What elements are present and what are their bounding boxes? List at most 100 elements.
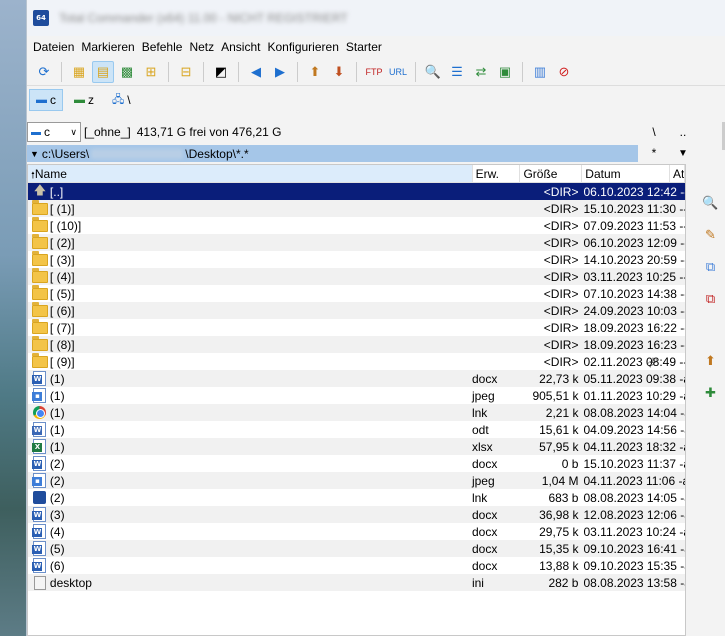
parent-dir-button[interactable]: ..: [669, 122, 697, 142]
new-folder-icon[interactable]: ✚: [700, 382, 722, 404]
file-date: 18.09.2023 16:22 ----: [583, 320, 686, 335]
file-row[interactable]: [ (7)] <DIR> 18.09.2023 16:22 ----: [28, 318, 686, 336]
file-name: [ (8)]: [49, 337, 75, 352]
file-name: [ (9)]: [49, 354, 75, 369]
file-ext: jpeg: [471, 473, 495, 488]
full-view-icon[interactable]: ▤: [92, 60, 114, 83]
file-row[interactable]: [ (6)] <DIR> 24.09.2023 10:03 ----: [28, 301, 685, 319]
file-row[interactable]: W (2) docx 0 b 15.10.2023 11:37 -a--: [28, 455, 685, 472]
file-size: 282 b: [548, 575, 579, 590]
thumbnail-view-icon[interactable]: ▩: [116, 61, 138, 83]
file-row[interactable]: [ (5)] <DIR> 07.10.2023 14:38 ----: [28, 284, 685, 302]
ftp-connect-icon[interactable]: FTP: [363, 61, 385, 83]
column-size[interactable]: Größe: [520, 165, 583, 182]
file-row[interactable]: (1) lnk 2,21 k 08.08.2023 14:04 -a--: [28, 404, 685, 421]
drive-dropdown-value: c: [44, 125, 50, 139]
file-ext: docx: [471, 371, 498, 386]
column-attr[interactable]: Att: [670, 165, 685, 182]
notepad-icon[interactable]: ▥: [529, 61, 551, 83]
file-row[interactable]: ▪ (1) jpeg 905,51 k 01.11.2023 10:29 -a--: [28, 387, 685, 404]
menu-starter[interactable]: Starter: [346, 40, 389, 54]
image-file-icon: ▪: [31, 388, 49, 403]
invert-selection-icon[interactable]: ◩: [210, 61, 232, 83]
file-row[interactable]: desktop ini 282 b 08.08.2023 13:58 -ah-: [28, 574, 685, 591]
menu-konfigurieren[interactable]: Konfigurieren: [267, 40, 345, 54]
file-row[interactable]: W (3) docx 36,98 k 12.08.2023 12:06 -a--: [28, 506, 685, 523]
file-row[interactable]: [ (1)] <DIR> 15.10.2023 11:30 ----: [28, 199, 685, 217]
menu-befehle[interactable]: Befehle: [142, 40, 190, 54]
file-row[interactable]: [ (8)] <DIR> 18.09.2023 16:23 ----: [28, 335, 685, 353]
pack-files-icon[interactable]: ⬆: [700, 350, 722, 372]
drive-label: z: [88, 93, 94, 107]
file-ext: docx: [471, 456, 498, 471]
back-icon[interactable]: ◀: [245, 61, 267, 83]
tree-panel-icon[interactable]: ⊟: [175, 61, 197, 83]
filter-button[interactable]: *: [639, 145, 669, 162]
menu-dateien[interactable]: Dateien: [33, 40, 81, 54]
toolbar-separator: [203, 61, 204, 82]
root-dir-button[interactable]: \: [639, 122, 669, 142]
file-list: 🡅 [..] <DIR> 06.10.2023 12:42 ---- [ (1)] <DI…: [28, 183, 685, 591]
file-name: [ (5)]: [49, 286, 75, 301]
unpack-icon[interactable]: ⬇: [328, 61, 350, 83]
copy-file-icon[interactable]: ⧉: [700, 256, 722, 278]
file-name: [ (2)]: [49, 235, 75, 250]
drive-button-z[interactable]: ▬ z: [67, 89, 101, 111]
menu-ansicht[interactable]: Ansicht: [221, 40, 267, 54]
file-row[interactable]: W (4) docx 29,75 k 03.11.2023 10:24 -a--: [28, 523, 685, 540]
url-connect-icon[interactable]: URL: [387, 61, 409, 83]
file-row[interactable]: ▪ (2) jpeg 1,04 M 04.11.2023 11:06 -a--: [28, 472, 685, 489]
stop-icon[interactable]: ⊘: [553, 61, 575, 83]
file-row[interactable]: 🡅 [..] <DIR> 06.10.2023 12:42 ----: [28, 183, 685, 200]
file-name: (6): [49, 558, 65, 573]
column-name[interactable]: 🠕Name: [28, 165, 473, 182]
refresh-icon[interactable]: ⟳: [33, 61, 55, 83]
file-row[interactable]: (2) lnk 683 b 08.08.2023 14:05 -a--: [28, 489, 685, 506]
sync-dirs-icon[interactable]: ⇄: [470, 61, 492, 83]
move-file-icon[interactable]: ⧉: [700, 288, 722, 310]
file-name: [ (3)]: [49, 252, 75, 267]
search-icon[interactable]: 🔍: [422, 61, 444, 83]
multi-rename-icon[interactable]: ☰: [446, 61, 468, 83]
compare-files-icon[interactable]: ▣: [494, 61, 516, 83]
drive-dropdown[interactable]: ▬ c ∨: [27, 122, 81, 142]
path-prefix: c:\Users\: [41, 146, 90, 161]
file-name: (1): [49, 405, 65, 420]
word-document-icon: W: [31, 541, 49, 556]
current-path-bar[interactable]: ▼ c:\Users\ \Desktop\*.*: [27, 145, 638, 162]
tree-view-icon[interactable]: ⊞: [140, 61, 162, 83]
file-row[interactable]: W (5) docx 15,35 k 09.10.2023 16:41 -a--: [28, 540, 685, 557]
menu-netz[interactable]: Netz: [189, 40, 221, 54]
volume-label: [_ohne_]: [84, 125, 131, 139]
file-date: 14.10.2023 20:59 ----: [583, 252, 686, 267]
file-row[interactable]: [ (3)] <DIR> 14.10.2023 20:59 ----: [28, 250, 686, 268]
brief-view-icon[interactable]: ▦: [68, 61, 90, 83]
word-document-icon: W: [31, 507, 49, 522]
edit-file-icon[interactable]: ✎: [700, 224, 722, 246]
file-row[interactable]: W (1) docx 22,73 k 05.11.2023 09:38 -a--: [28, 370, 685, 387]
file-row[interactable]: [ (4)] <DIR> 03.11.2023 10:25 ----: [28, 267, 685, 285]
file-row[interactable]: X (1) xlsx 57,95 k 04.11.2023 18:32 -a--: [28, 438, 685, 455]
file-size: <DIR>: [543, 320, 579, 335]
file-ext: lnk: [471, 405, 488, 420]
file-name: [ (1)]: [49, 201, 75, 216]
forward-icon[interactable]: ▶: [269, 61, 291, 83]
file-row[interactable]: W (1) odt 15,61 k 04.09.2023 14:56 -a--: [28, 421, 685, 438]
word-document-icon: W: [31, 456, 49, 471]
menu-markieren[interactable]: Markieren: [81, 40, 141, 54]
folder-icon: [31, 233, 49, 250]
history-button[interactable]: ▼: [669, 145, 697, 162]
file-row[interactable]: [ (2)] <DIR> 06.10.2023 12:09 ----: [28, 233, 685, 251]
column-ext[interactable]: Erw.: [473, 165, 521, 182]
drive-button-network[interactable]: 🖧 \: [105, 89, 138, 111]
file-name: (2): [49, 456, 65, 471]
file-size: 15,35 k: [539, 541, 579, 556]
file-row[interactable]: [ (9)] <DIR> 02.11.2023 08:49 ----: [28, 352, 685, 370]
pack-icon[interactable]: ⬆: [304, 61, 326, 83]
file-row[interactable]: W (6) docx 13,88 k 09.10.2023 15:35 -a--: [28, 557, 685, 574]
view-file-icon[interactable]: 🔍: [700, 192, 722, 214]
column-date[interactable]: Datum: [582, 165, 671, 182]
file-size: 905,51 k: [532, 388, 579, 403]
file-row[interactable]: [ (10)] <DIR> 07.09.2023 11:53 ----: [28, 216, 685, 234]
drive-button-c[interactable]: ▬ c: [29, 89, 63, 111]
